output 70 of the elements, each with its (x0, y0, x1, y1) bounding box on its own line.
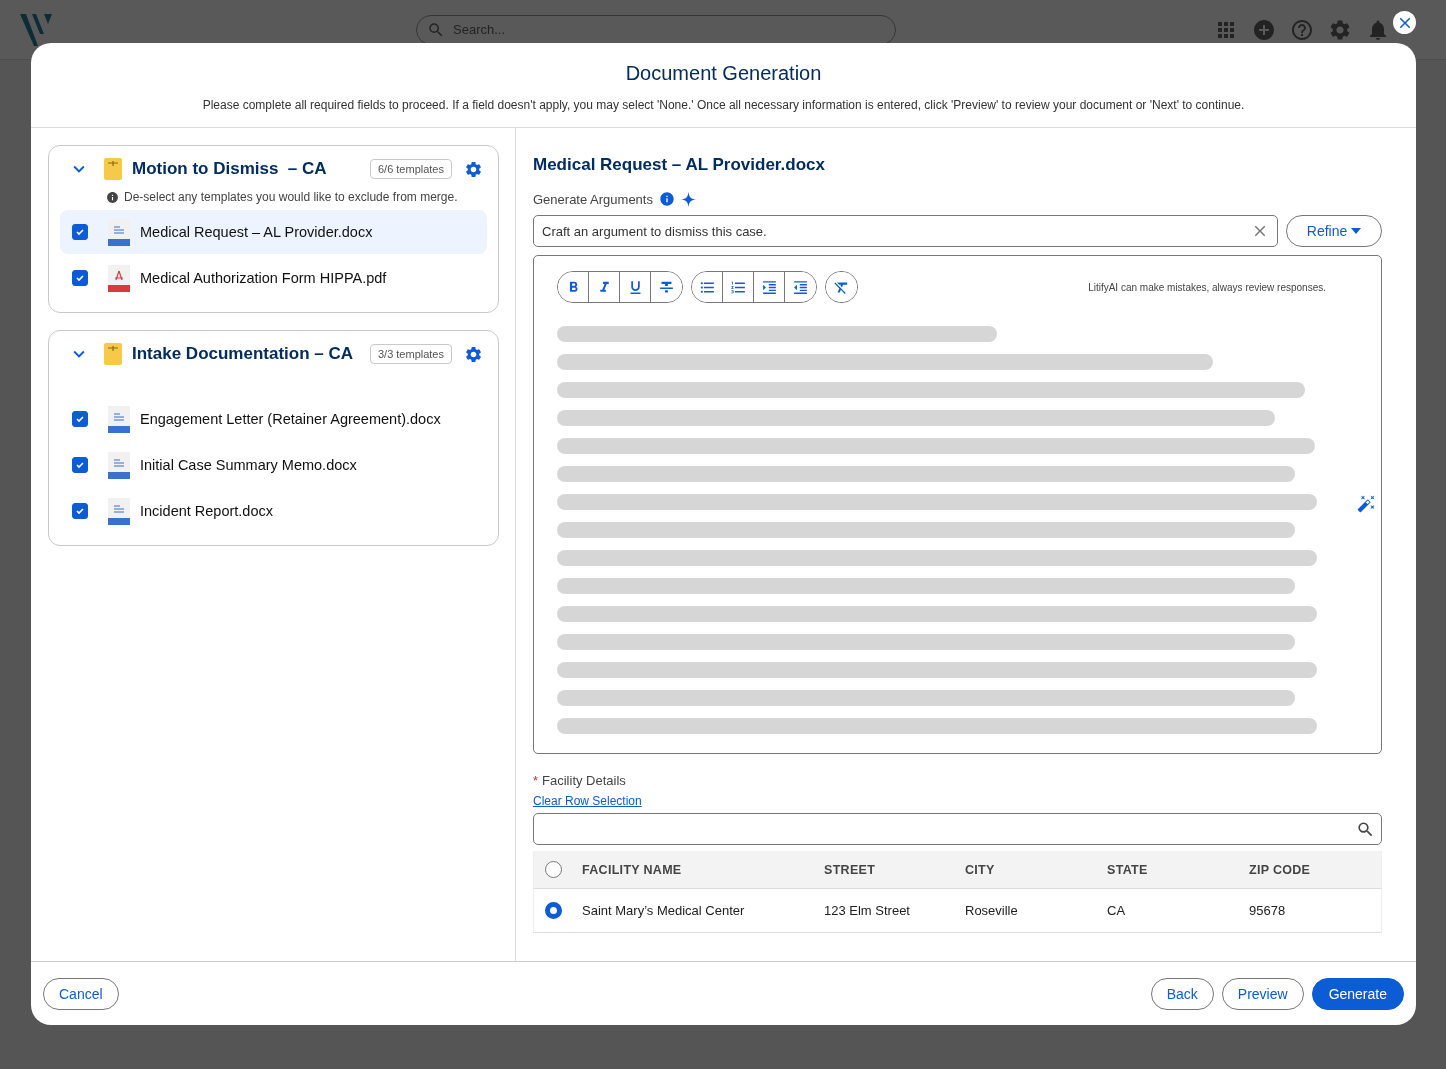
check-icon (75, 460, 85, 470)
table-cell-text: 123 Elm Street (824, 903, 911, 918)
check-icon (75, 273, 85, 283)
column-header: CITY (965, 862, 996, 877)
caret-icon (1351, 228, 1362, 234)
instructions-text: Please complete all required fields to proceed. If a field doesn't apply, you may select 'None.' Once all necessary information is entered, click 'Preview' to review your document or 'Next' to continue. (202, 98, 1245, 112)
column-header: STATE (1107, 862, 1149, 877)
settings-icon[interactable] (464, 344, 483, 364)
indent-icon (760, 278, 778, 296)
template-name: Engagement Letter (Retainer Agreement).docx (140, 411, 441, 427)
table-cell-text: CA (1107, 903, 1127, 918)
template-name: Initial Case Summary Memo.docx (140, 457, 357, 473)
folder-icon (104, 158, 122, 180)
prompt-field[interactable]: Craft an argument to dismiss this case. (533, 215, 1278, 247)
bulleted-list-button[interactable] (692, 272, 723, 302)
row-radio[interactable] (545, 902, 562, 919)
settings-icon[interactable] (464, 159, 483, 179)
template-count: 3/3 templates (369, 344, 452, 364)
column-header: FACILITY NAME (582, 862, 683, 877)
sparkle-icon (680, 191, 696, 207)
group-title: Motion to Dismiss – CA (132, 159, 327, 179)
table-cell-text: 95678 (1249, 903, 1287, 918)
info-icon[interactable] (658, 191, 675, 207)
search-icon (427, 20, 445, 39)
select-all-radio[interactable] (545, 861, 562, 878)
table-cell-text: Roseville (965, 903, 1019, 918)
template-name: Medical Request – AL Provider.docx (140, 224, 373, 240)
prompt-value: Craft an argument to dismiss this case. (542, 223, 767, 239)
template-count: 6/6 templates (369, 159, 452, 179)
template-row[interactable]: Medical Authorization Form HIPPA.pdf (60, 256, 487, 300)
outdent-icon (792, 278, 809, 296)
field-label: Generate Arguments (533, 191, 653, 207)
template-row[interactable]: Initial Case Summary Memo.docx (60, 443, 487, 487)
search-icon (1356, 819, 1375, 839)
checkbox[interactable] (72, 503, 88, 519)
template-row[interactable]: Engagement Letter (Retainer Agreement).docx (60, 397, 487, 441)
disclaimer-text: LitifyAI can make mistakes, always review responses. (1088, 281, 1326, 293)
folder-icon (104, 343, 122, 365)
clear-formatting-button[interactable] (826, 272, 857, 302)
editor-area[interactable]: LitifyAI can make mistakes, always review responses. (533, 255, 1382, 754)
field-label: Facility Details (542, 773, 626, 788)
refine-button[interactable]: Refine (1286, 215, 1382, 247)
check-icon (75, 414, 85, 424)
preview-button[interactable]: Preview (1221, 977, 1304, 1010)
checkbox[interactable] (72, 270, 88, 286)
table-search-field[interactable] (533, 813, 1382, 845)
required-mark: * (533, 773, 539, 788)
group-title: Intake Documentation – CA (132, 344, 354, 364)
table-cell-text: Saint Mary’s Medical Center (582, 903, 746, 918)
generate-button[interactable]: Generate (1311, 977, 1404, 1010)
cancel-button[interactable]: Cancel (43, 977, 119, 1010)
magic-wand-icon[interactable] (1357, 494, 1376, 513)
template-row[interactable]: Medical Request – AL Provider.docx (60, 210, 487, 254)
clear-selection-link[interactable]: Clear Row Selection (533, 794, 642, 808)
info-icon (106, 190, 119, 204)
check-icon (75, 227, 85, 237)
back-button[interactable]: Back (1150, 977, 1214, 1010)
document-title: Medical Request – AL Provider.docx (533, 155, 826, 175)
template-name: Incident Report.docx (140, 503, 273, 519)
bold-button[interactable] (558, 272, 589, 302)
hint-text: De-select any templates you would like to exclude from merge. (124, 190, 458, 204)
dialog-title: Document Generation (625, 62, 822, 85)
column-header: STREET (824, 862, 877, 877)
check-icon (75, 506, 85, 516)
checkbox[interactable] (72, 457, 88, 473)
column-header: ZIP CODE (1249, 862, 1312, 877)
template-row[interactable]: Incident Report.docx (60, 489, 487, 533)
checkbox[interactable] (72, 224, 88, 240)
template-name: Medical Authorization Form HIPPA.pdf (140, 270, 387, 286)
checkbox[interactable] (72, 411, 88, 427)
